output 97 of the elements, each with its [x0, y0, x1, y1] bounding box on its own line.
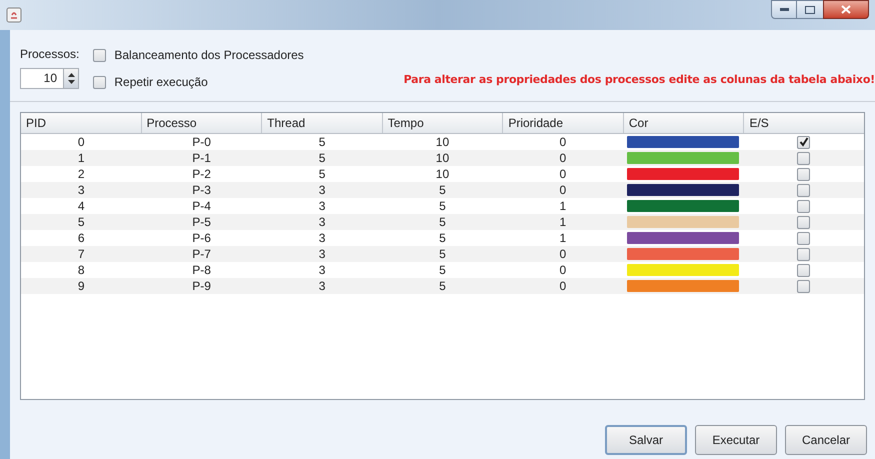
table-cell-text: P-8 — [191, 262, 212, 278]
table-cell-text: 3 — [318, 278, 326, 294]
column-header[interactable]: Processo — [142, 113, 262, 133]
column-header[interactable]: Prioridade — [503, 113, 624, 133]
color-swatch[interactable] — [627, 152, 740, 164]
table-cell-text: 0 — [558, 166, 568, 182]
table-cell-text: 5 — [438, 182, 447, 198]
processes-spinner[interactable]: 10 — [20, 68, 79, 89]
table-cell-text: 5 — [76, 214, 86, 230]
table-cell-text: P-4 — [191, 198, 212, 214]
table-cell-text: 4 — [76, 198, 86, 214]
table-cell-text: 3 — [318, 246, 326, 262]
color-swatch[interactable] — [627, 248, 740, 260]
table-cell-text: 5 — [438, 214, 447, 230]
table-cell-text: P-7 — [191, 246, 212, 262]
color-swatch[interactable] — [627, 216, 740, 228]
table-cell-text: 5 — [438, 278, 447, 294]
table-cell-text: P-0 — [191, 134, 212, 150]
minimize-button[interactable] — [771, 0, 797, 19]
dialog-button[interactable]: Salvar — [605, 425, 687, 455]
table-cell-text: 0 — [558, 150, 568, 166]
dialog-button[interactable]: Executar — [695, 425, 777, 455]
table-cell-text: 5 — [438, 246, 447, 262]
checkbox[interactable] — [797, 136, 810, 148]
table-cell-text: 1 — [558, 214, 568, 230]
column-header[interactable]: PID — [21, 113, 142, 133]
table-cell-text: 3 — [318, 262, 326, 278]
checkbox[interactable] — [797, 280, 810, 292]
minimize-icon — [780, 8, 788, 11]
checkbox[interactable] — [797, 168, 810, 180]
column-header[interactable]: Tempo — [382, 113, 504, 133]
spinner-value: 10 — [42, 70, 58, 87]
table-cell-text: 2 — [76, 166, 86, 182]
table-cell-text: 3 — [76, 182, 86, 198]
table-cell-text: 0 — [558, 182, 568, 198]
maximize-icon — [805, 6, 815, 14]
table-cell-text: 5 — [318, 166, 326, 182]
table-cell-text: 10 — [434, 134, 450, 150]
dialog-button[interactable]: Cancelar — [785, 425, 867, 455]
table-cell-text: 3 — [318, 230, 326, 246]
color-swatch[interactable] — [627, 200, 740, 212]
table-cell-text: 1 — [76, 150, 86, 166]
checkbox[interactable] — [797, 200, 810, 212]
column-header[interactable]: E/S — [744, 113, 864, 133]
table-cell-text: 5 — [318, 150, 326, 166]
table-cell-text: 0 — [558, 262, 568, 278]
color-swatch[interactable] — [627, 168, 740, 180]
table-cell-text: 0 — [558, 278, 568, 294]
table-cell-text: 6 — [76, 230, 86, 246]
table-cell-text: 7 — [76, 246, 86, 262]
table-cell-text: 3 — [318, 182, 326, 198]
table-cell-text: P-3 — [191, 182, 212, 198]
table-cell-text: 1 — [558, 198, 568, 214]
checkbox[interactable] — [93, 76, 106, 88]
hint-text: Para alterar as propriedades dos processos edite as colunas da tabela abaixo! — [404, 72, 875, 88]
checkbox[interactable] — [797, 248, 810, 260]
checkmark-icon — [798, 137, 809, 147]
close-button[interactable] — [823, 0, 869, 19]
table-cell-text: 1 — [558, 230, 568, 246]
column-header[interactable]: Thread — [262, 113, 383, 133]
color-swatch[interactable] — [627, 232, 740, 244]
color-swatch[interactable] — [627, 184, 740, 196]
column-header[interactable]: Cor — [624, 113, 744, 133]
table-cell-text: 5 — [438, 198, 447, 214]
table-cell-text: 8 — [76, 262, 86, 278]
table-cell-text: 5 — [318, 134, 326, 150]
checkbox[interactable] — [93, 48, 106, 62]
table-cell-text: P-1 — [191, 150, 212, 166]
table-cell-text: 5 — [438, 262, 447, 278]
table-cell-text: 10 — [434, 150, 450, 166]
table-cell-text: P-2 — [191, 166, 212, 182]
maximize-button[interactable] — [797, 0, 823, 19]
color-swatch[interactable] — [627, 280, 740, 292]
table-cell-text: 10 — [434, 166, 450, 182]
table-cell-text: 0 — [558, 246, 568, 262]
table-cell-text: P-6 — [191, 230, 212, 246]
table-cell-text: 3 — [318, 198, 326, 214]
checkbox[interactable] — [797, 216, 810, 228]
balance-label: Balanceamento dos Processadores — [114, 47, 304, 64]
table-cell-text: P-5 — [191, 214, 212, 230]
table-cell-text: 0 — [76, 134, 86, 150]
processes-label: Processos: — [20, 46, 80, 63]
checkbox[interactable] — [797, 184, 810, 196]
spinner-arrows-icon[interactable] — [63, 69, 78, 88]
color-swatch[interactable] — [627, 264, 740, 276]
close-icon — [841, 5, 851, 14]
table-cell-text: 5 — [438, 230, 447, 246]
app-icon — [6, 7, 22, 23]
table-cell-text: P-9 — [191, 278, 212, 294]
table-cell-text: 0 — [558, 134, 568, 150]
checkbox[interactable] — [797, 264, 810, 276]
checkbox[interactable] — [797, 152, 810, 164]
repeat-label: Repetir execução — [114, 74, 208, 91]
checkbox[interactable] — [797, 232, 810, 244]
table-cell-text: 3 — [318, 214, 326, 230]
table-cell-text: 9 — [76, 278, 86, 294]
color-swatch[interactable] — [627, 136, 740, 148]
